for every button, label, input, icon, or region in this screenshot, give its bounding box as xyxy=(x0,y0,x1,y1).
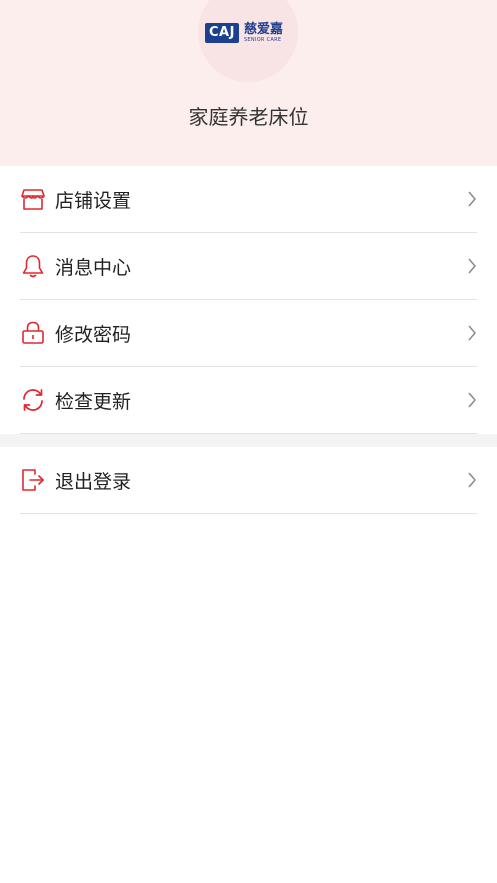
menu-label: 修改密码 xyxy=(55,323,132,346)
chevron-right-icon xyxy=(468,472,476,488)
bell-icon xyxy=(20,253,46,279)
chevron-right-icon xyxy=(468,392,476,408)
menu-label: 检查更新 xyxy=(55,390,132,413)
menu-item-change-password[interactable]: 修改密码 xyxy=(20,300,477,367)
menu-label: 店铺设置 xyxy=(55,189,132,212)
chevron-right-icon xyxy=(468,258,476,274)
menu-item-check-update[interactable]: 检查更新 xyxy=(20,367,477,434)
menu-item-logout[interactable]: 退出登录 xyxy=(20,447,477,514)
logo-name-en: SENIOR CARE xyxy=(243,37,282,43)
lock-icon xyxy=(20,320,46,346)
settings-menu: 店铺设置 消息中心 修改密码 检查更新 退出登录 xyxy=(0,166,497,514)
logo-abbrev: CAJ xyxy=(205,23,239,43)
menu-label: 消息中心 xyxy=(55,256,132,279)
logo-name-cn: 慈爱嘉 xyxy=(243,22,283,37)
menu-item-message-center[interactable]: 消息中心 xyxy=(20,233,477,300)
store-icon xyxy=(20,186,46,212)
chevron-right-icon xyxy=(468,325,476,341)
menu-label: 退出登录 xyxy=(55,470,132,493)
logout-icon xyxy=(20,467,46,493)
chevron-right-icon xyxy=(468,191,476,207)
store-name: 家庭养老床位 xyxy=(188,105,309,129)
section-divider xyxy=(0,434,497,447)
profile-header: CAJ 慈爱嘉 SENIOR CARE 家庭养老床位 xyxy=(0,0,497,166)
brand-logo: CAJ 慈爱嘉 SENIOR CARE xyxy=(205,22,283,44)
refresh-icon xyxy=(20,387,46,413)
menu-item-store-settings[interactable]: 店铺设置 xyxy=(20,166,477,233)
